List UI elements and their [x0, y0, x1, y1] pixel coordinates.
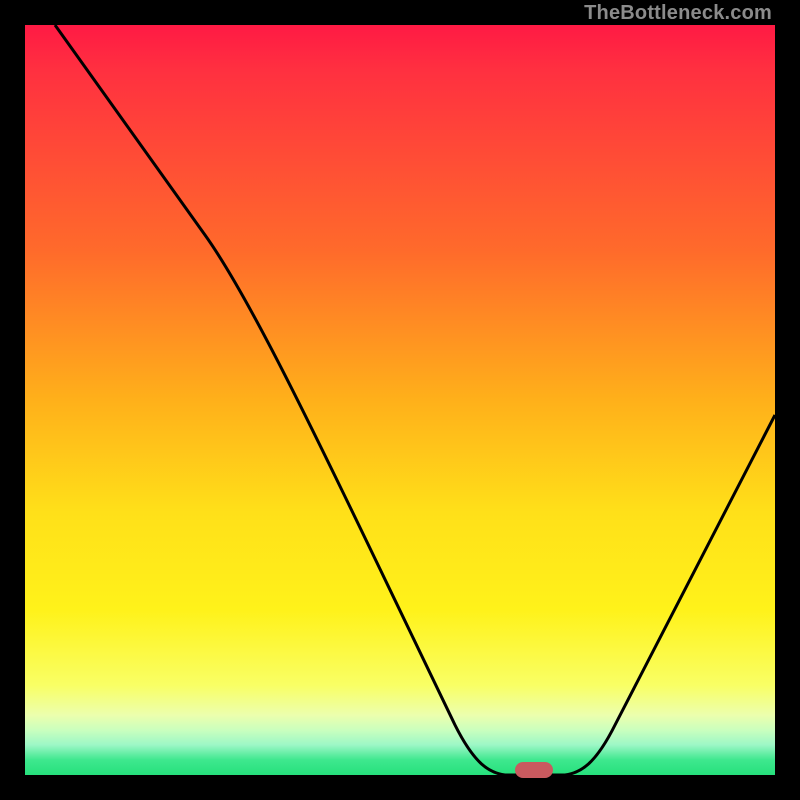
watermark-text: TheBottleneck.com [584, 2, 772, 25]
chart-curve [25, 25, 775, 775]
bottleneck-curve-path [55, 25, 775, 775]
chart-frame [25, 25, 775, 775]
optimal-marker [515, 762, 553, 778]
